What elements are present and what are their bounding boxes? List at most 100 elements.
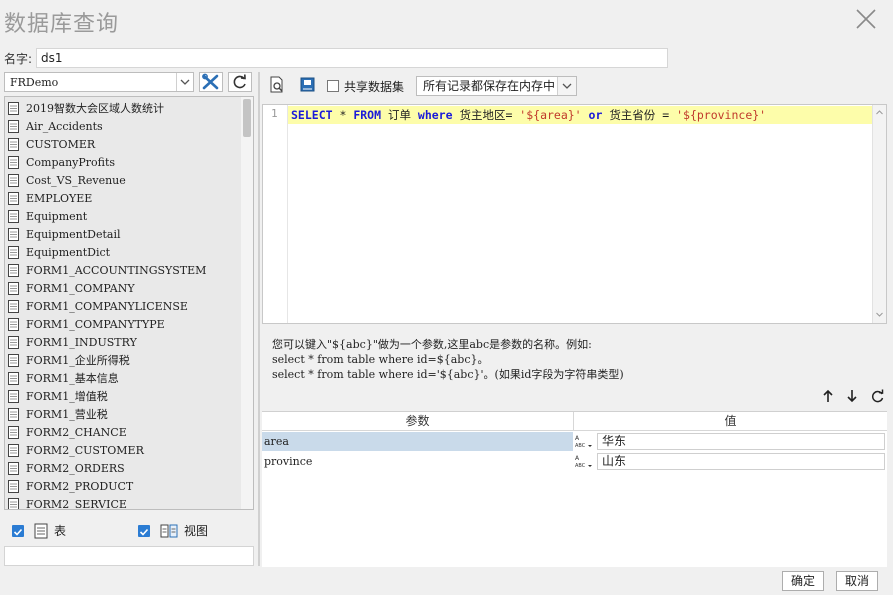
- line-number: 1: [271, 107, 278, 120]
- line-gutter: [263, 105, 288, 323]
- table-list-item[interactable]: FORM1_基本信息: [5, 370, 241, 388]
- table-icon: [8, 156, 19, 169]
- checkbox-checked-icon[interactable]: [138, 525, 150, 537]
- table-icon: [8, 228, 19, 241]
- table-icon: [8, 462, 19, 475]
- table-list-item[interactable]: EquipmentDict: [5, 244, 241, 262]
- table-list-item[interactable]: FORM2_PRODUCT: [5, 478, 241, 496]
- checkbox-checked-icon[interactable]: [12, 525, 24, 537]
- table-list-item[interactable]: FORM1_COMPANYTYPE: [5, 316, 241, 334]
- param-name[interactable]: area: [262, 432, 573, 451]
- share-dataset-checkbox[interactable]: [327, 80, 339, 92]
- table-icon: [8, 498, 19, 509]
- value-type-icon[interactable]: A ABC: [573, 453, 595, 470]
- scroll-arrows-icon: [876, 110, 883, 317]
- param-row[interactable]: province A ABC 山东: [262, 452, 887, 471]
- hint-line-2: select * from table where id=${abc}。: [272, 353, 489, 366]
- refresh-params-button[interactable]: [869, 388, 885, 404]
- share-dataset-label: 共享数据集: [344, 80, 405, 94]
- show-views-label: 视图: [184, 524, 209, 538]
- show-tables-toggle[interactable]: 表: [12, 522, 122, 540]
- preview-button[interactable]: [268, 76, 286, 94]
- refresh-tables-button[interactable]: [228, 72, 252, 92]
- sql-string: '${area}': [519, 108, 582, 122]
- scroll-thumb[interactable]: [243, 99, 251, 137]
- sql-token: 订单: [381, 108, 418, 122]
- hint-line-3: select * from table where id='${abc}'。(如…: [272, 368, 624, 381]
- ok-button[interactable]: 确定: [782, 571, 824, 591]
- database-select[interactable]: FRDemo: [4, 72, 194, 92]
- table-list-item[interactable]: FORM1_COMPANY: [5, 280, 241, 298]
- sql-config-button[interactable]: [299, 76, 317, 94]
- table-list-item[interactable]: CompanyProfits: [5, 154, 241, 172]
- table-name: Cost_VS_Revenue: [26, 174, 126, 187]
- sql-editor[interactable]: 1 SELECT * FROM 订单 where 货主地区= '${area}'…: [262, 104, 887, 324]
- show-views-toggle[interactable]: 视图: [138, 522, 248, 540]
- table-icon: [34, 523, 48, 544]
- database-select-value: FRDemo: [10, 76, 59, 89]
- table-list[interactable]: 2019智数大会区域人数统计 Air_Accidents CUSTOMER Compa…: [4, 96, 254, 510]
- table-icon: [8, 426, 19, 439]
- table-list-item[interactable]: CUSTOMER: [5, 136, 241, 154]
- memory-mode-value: 所有记录都保存在内存中: [423, 79, 556, 93]
- close-icon[interactable]: [853, 6, 879, 32]
- table-list-item[interactable]: FORM1_营业税: [5, 406, 241, 424]
- sql-token: 货主地区=: [452, 108, 520, 122]
- table-list-item[interactable]: EquipmentDetail: [5, 226, 241, 244]
- table-name: EquipmentDetail: [26, 228, 121, 241]
- table-name: CompanyProfits: [26, 156, 116, 169]
- table-icon: [8, 480, 19, 493]
- table-list-item[interactable]: FORM2_CHANCE: [5, 424, 241, 442]
- table-name: FORM1_基本信息: [26, 372, 119, 385]
- table-list-item[interactable]: FORM2_SERVICE: [5, 496, 241, 510]
- sql-code[interactable]: SELECT * FROM 订单 where 货主地区= '${area}' o…: [291, 107, 766, 123]
- table-name: FORM1_COMPANYTYPE: [26, 318, 165, 331]
- table-list-item[interactable]: EMPLOYEE: [5, 190, 241, 208]
- tools-icon: [202, 73, 219, 90]
- dialog-title: 数据库查询: [4, 12, 120, 37]
- table-list-item[interactable]: 2019智数大会区域人数统计: [5, 100, 241, 118]
- table-name: 2019智数大会区域人数统计: [26, 102, 164, 115]
- move-up-button[interactable]: [820, 388, 836, 404]
- table-list-item[interactable]: FORM2_CUSTOMER: [5, 442, 241, 460]
- editor-scrollbar[interactable]: [872, 105, 886, 323]
- table-icon: [8, 120, 19, 133]
- name-input[interactable]: [36, 48, 668, 68]
- table-list-item[interactable]: FORM2_ORDERS: [5, 460, 241, 478]
- connection-config-button[interactable]: [199, 72, 223, 92]
- table-list-scrollbar[interactable]: [241, 97, 253, 509]
- table-list-item[interactable]: FORM1_企业所得税: [5, 352, 241, 370]
- cancel-button[interactable]: 取消: [836, 571, 878, 591]
- table-name: FORM2_CUSTOMER: [26, 444, 144, 457]
- sql-keyword: SELECT: [291, 108, 333, 122]
- table-list-item[interactable]: FORM1_ACCOUNTINGSYSTEM: [5, 262, 241, 280]
- value-type-icon[interactable]: A ABC: [573, 433, 595, 450]
- table-icon: [8, 264, 19, 277]
- memory-mode-select[interactable]: 所有记录都保存在内存中: [416, 76, 577, 96]
- param-value-input[interactable]: 华东: [597, 433, 885, 450]
- table-filter-input[interactable]: [4, 546, 254, 566]
- table-icon: [8, 390, 19, 403]
- table-name: FORM1_INDUSTRY: [26, 336, 137, 349]
- table-list-item[interactable]: FORM1_INDUSTRY: [5, 334, 241, 352]
- table-name: EMPLOYEE: [26, 192, 93, 205]
- sql-token: 货主省份 =: [609, 108, 677, 122]
- move-down-button[interactable]: [844, 388, 860, 404]
- database-edit-icon: [300, 77, 315, 92]
- table-list-item[interactable]: Equipment: [5, 208, 241, 226]
- param-name[interactable]: province: [262, 452, 573, 471]
- table-name: FORM2_SERVICE: [26, 498, 127, 510]
- table-list-item[interactable]: FORM1_增值税: [5, 388, 241, 406]
- table-name: FORM2_CHANCE: [26, 426, 127, 439]
- table-list-item[interactable]: Air_Accidents: [5, 118, 241, 136]
- param-column-header: 参数: [262, 412, 574, 431]
- table-list-item[interactable]: Cost_VS_Revenue: [5, 172, 241, 190]
- table-icon: [8, 300, 19, 313]
- param-value-input[interactable]: 山东: [597, 453, 885, 470]
- preview-icon: [270, 76, 283, 93]
- sql-keyword: FROM: [353, 108, 382, 122]
- param-row[interactable]: area A ABC 华东: [262, 432, 887, 451]
- table-list-item[interactable]: FORM1_COMPANYLICENSE: [5, 298, 241, 316]
- table-icon: [8, 372, 19, 385]
- panel-divider[interactable]: [258, 72, 260, 566]
